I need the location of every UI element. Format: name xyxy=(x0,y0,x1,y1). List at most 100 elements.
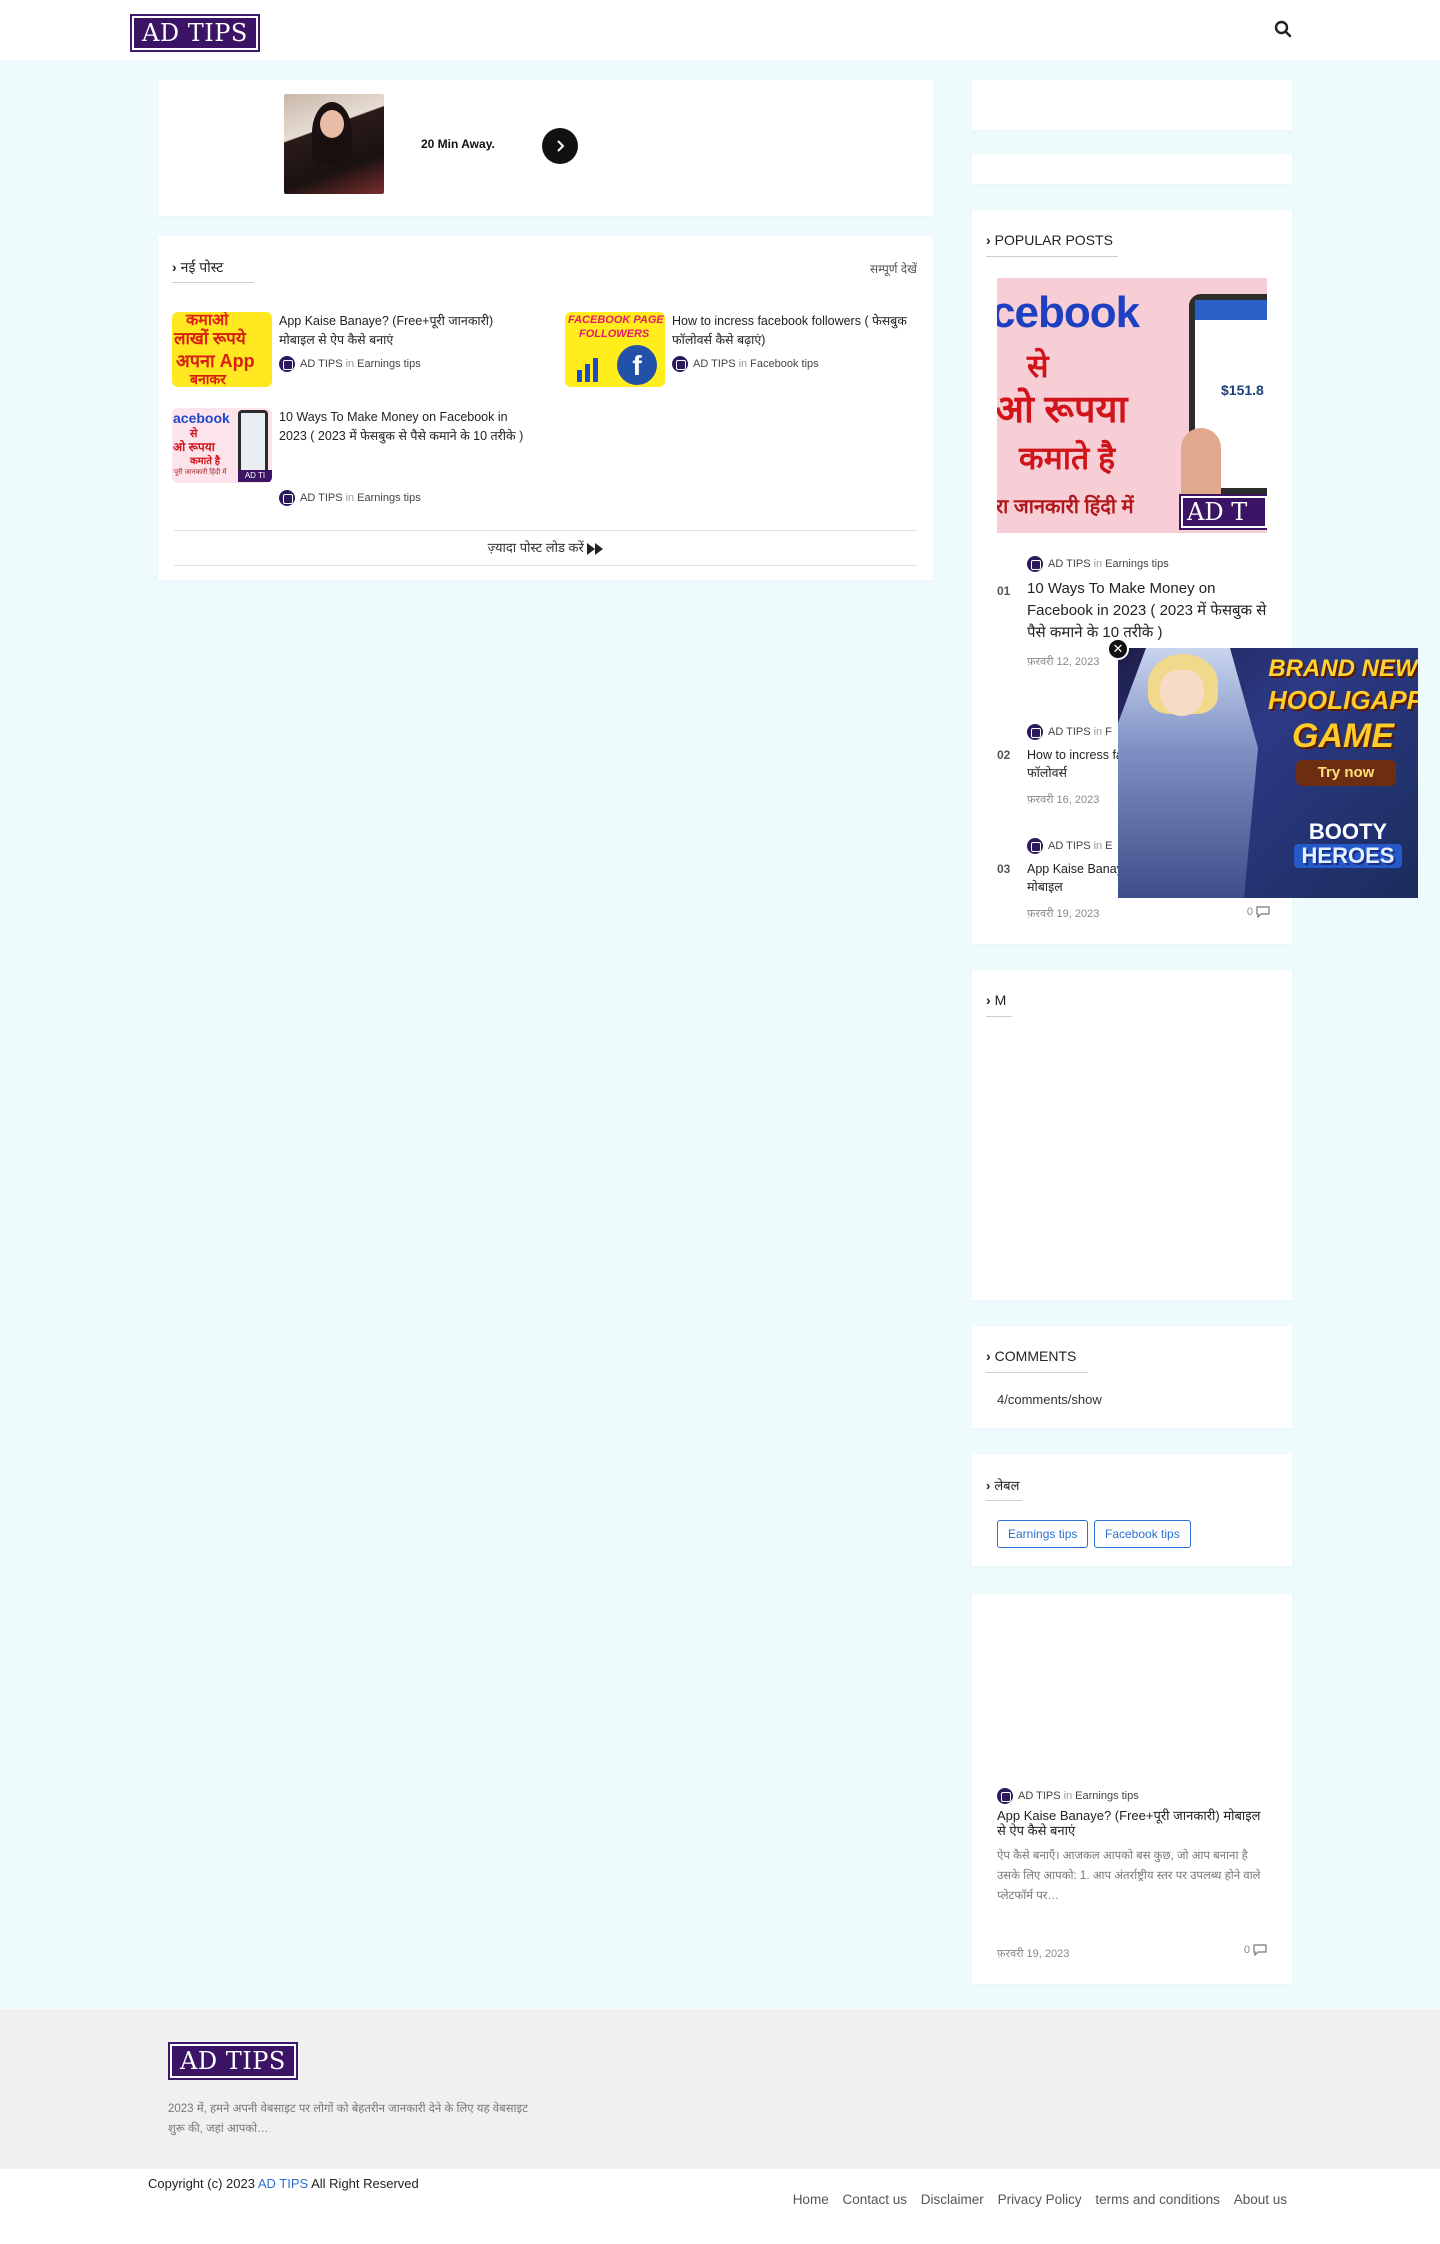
fast-forward-icon xyxy=(587,542,604,555)
footer: AD TIPS 2023 में, हमने अपनी वेबसाइट पर ल… xyxy=(0,2009,1440,2169)
section-title: › M xyxy=(986,992,1007,1008)
post-date: फ़रवरी 19, 2023 xyxy=(1027,908,1100,920)
author-avatar xyxy=(672,356,688,372)
post-card[interactable]: कमाओ लाखों रूपये अपना App बनाकर App Kais… xyxy=(172,312,532,392)
post-meta: AD TIPS in Earnings tips xyxy=(997,1788,1272,1804)
section-title: › POPULAR POSTS xyxy=(986,232,1113,248)
sidebar-widget-empty xyxy=(972,154,1292,184)
divider xyxy=(986,1016,1012,1017)
footer-about-text: 2023 में, हमने अपनी वेबसाइट पर लोगों को … xyxy=(168,2103,528,2135)
post-card[interactable]: acebook से ओ रूपया कमाते है पूरी जानकारी… xyxy=(172,408,532,508)
post-snippet: ऐप कैसे बनाएँ। आजकल आपको बस कुछ, जो आप ब… xyxy=(997,1850,1261,1902)
chevron-right-icon: › xyxy=(986,1478,991,1493)
view-all-link[interactable]: सम्पूर्ण देखें xyxy=(870,260,917,277)
category-link[interactable]: Earnings tips xyxy=(1105,558,1169,570)
post-thumbnail[interactable]: FACEBOOK PAGE FOLLOWERS f xyxy=(565,312,665,387)
search-icon[interactable] xyxy=(1274,20,1292,38)
post-thumbnail[interactable]: acebook से ओ रूपया कमाते है पूरी जानकारी… xyxy=(172,408,272,483)
phone-image xyxy=(238,410,268,476)
post-meta: AD TIPS in Earnings tips xyxy=(279,356,421,372)
footer-link-about[interactable]: About us xyxy=(1234,2192,1287,2207)
author-avatar xyxy=(279,490,295,506)
label-tag[interactable]: Facebook tips xyxy=(1094,1520,1191,1548)
copyright: Copyright (c) 2023 AD TIPS All Right Res… xyxy=(148,2176,419,2191)
ad-photo xyxy=(284,94,384,194)
post-card[interactable]: FACEBOOK PAGE FOLLOWERS f How to incress… xyxy=(565,312,925,392)
footer-link-privacy[interactable]: Privacy Policy xyxy=(998,2192,1082,2207)
section-title: › नई पोस्ट xyxy=(172,259,224,275)
site-logo[interactable]: AD TIPS xyxy=(130,14,260,52)
author-link[interactable]: AD TIPS xyxy=(1048,726,1091,738)
site-link[interactable]: AD TIPS xyxy=(258,2176,308,2191)
m-widget: › M xyxy=(972,970,1292,1300)
close-icon[interactable]: ✕ xyxy=(1107,638,1129,660)
floating-game-ad[interactable]: BRAND NEW HOOLIGAPPS GAME Try now BOOTY … xyxy=(1118,648,1418,898)
post-title-link[interactable]: 10 Ways To Make Money on Facebook in 202… xyxy=(1027,578,1277,644)
recent-posts-section: › नई पोस्ट सम्पूर्ण देखें कमाओ लाखों रूपय… xyxy=(158,236,933,580)
labels-widget: › लेबल Earnings tips Facebook tips xyxy=(972,1454,1292,1566)
featured-post-widget: AD TIPS in Earnings tips App Kaise Banaye?… xyxy=(972,1594,1292,1984)
post-meta: AD TIPS in Facebook tips xyxy=(672,356,819,372)
category-link[interactable]: E xyxy=(1105,840,1112,852)
comment-count[interactable]: 0 xyxy=(1244,1944,1267,1957)
ad-game-title: BOOTY HEROES xyxy=(1278,820,1418,868)
author-avatar xyxy=(1027,724,1043,740)
author-avatar xyxy=(279,356,295,372)
author-link[interactable]: AD TIPS xyxy=(1048,558,1091,570)
chevron-right-icon: › xyxy=(986,1348,991,1364)
author-link[interactable]: AD TIPS xyxy=(300,358,343,370)
footer-link-contact[interactable]: Contact us xyxy=(842,2192,907,2207)
post-title-link[interactable]: App Kaise Banaye? (Free+पूरी जानकारी) मो… xyxy=(997,1808,1272,1838)
facebook-icon: f xyxy=(617,345,657,385)
footer-link-disclaimer[interactable]: Disclaimer xyxy=(921,2192,984,2207)
section-title: › COMMENTS xyxy=(986,1348,1077,1364)
category-link[interactable]: F xyxy=(1105,726,1112,738)
chevron-right-icon: › xyxy=(986,992,991,1008)
ad-headline: BRAND NEW HOOLIGAPPS GAME xyxy=(1268,655,1418,755)
label-tag[interactable]: Earnings tips xyxy=(997,1520,1089,1548)
category-link[interactable]: Facebook tips xyxy=(750,358,818,370)
author-avatar xyxy=(1027,556,1043,572)
comment-icon xyxy=(1253,1944,1267,1957)
bottom-bar: Copyright (c) 2023 AD TIPS All Right Res… xyxy=(0,2169,1440,2244)
footer-link-home[interactable]: Home xyxy=(793,2192,829,2207)
post-meta: AD TIPS in Earnings tips xyxy=(1027,556,1277,572)
popular-hero-image[interactable]: cebook से ओ रूपया कमाते है रा जानकारी हि… xyxy=(997,278,1267,533)
chevron-right-icon[interactable] xyxy=(542,128,578,164)
footer-nav: Home Contact us Disclaimer Privacy Polic… xyxy=(783,2192,1287,2207)
comment-count[interactable]: 0 xyxy=(1247,906,1270,919)
load-more-button[interactable]: ज़्यादा पोस्ट लोड करें xyxy=(174,530,917,566)
post-title-link[interactable]: App Kaise Banaye? (Free+पूरी जानकारी) मो… xyxy=(279,312,529,350)
comments-widget: › COMMENTS 4/comments/show xyxy=(972,1326,1292,1428)
author-link[interactable]: AD TIPS xyxy=(1048,840,1091,852)
comment-icon xyxy=(1256,906,1270,919)
chevron-right-icon: › xyxy=(986,232,991,248)
chart-icon xyxy=(577,358,598,382)
ad-text: 20 Min Away. xyxy=(421,137,495,151)
author-avatar xyxy=(1027,838,1043,854)
author-link[interactable]: AD TIPS xyxy=(693,358,736,370)
footer-logo[interactable]: AD TIPS xyxy=(168,2042,298,2080)
comments-placeholder: 4/comments/show xyxy=(997,1392,1102,1407)
post-meta: AD TIPS in Earnings tips xyxy=(279,490,421,506)
post-thumbnail[interactable]: कमाओ लाखों रूपये अपना App बनाकर xyxy=(172,312,272,387)
top-navbar: AD TIPS xyxy=(0,0,1440,60)
divider xyxy=(172,282,254,283)
divider xyxy=(986,1372,1088,1373)
chevron-right-icon: › xyxy=(172,259,177,275)
try-now-button[interactable]: Try now xyxy=(1296,760,1396,786)
footer-link-terms[interactable]: terms and conditions xyxy=(1095,2192,1220,2207)
sidebar-widget-empty xyxy=(972,80,1292,130)
category-link[interactable]: Earnings tips xyxy=(357,358,421,370)
author-link[interactable]: AD TIPS xyxy=(300,492,343,504)
post-title-link[interactable]: How to incress facebook followers ( फेसब… xyxy=(672,312,922,350)
author-avatar xyxy=(997,1788,1013,1804)
category-link[interactable]: Earnings tips xyxy=(357,492,421,504)
divider xyxy=(986,256,1118,257)
ad-banner[interactable]: 20 Min Away. xyxy=(158,80,933,216)
section-title: › लेबल xyxy=(986,1478,1020,1493)
post-title-link[interactable]: 10 Ways To Make Money on Facebook in 202… xyxy=(279,408,529,446)
author-link[interactable]: AD TIPS xyxy=(1018,1790,1061,1802)
category-link[interactable]: Earnings tips xyxy=(1075,1790,1139,1802)
post-date: फ़रवरी 19, 2023 xyxy=(997,1948,1070,1960)
